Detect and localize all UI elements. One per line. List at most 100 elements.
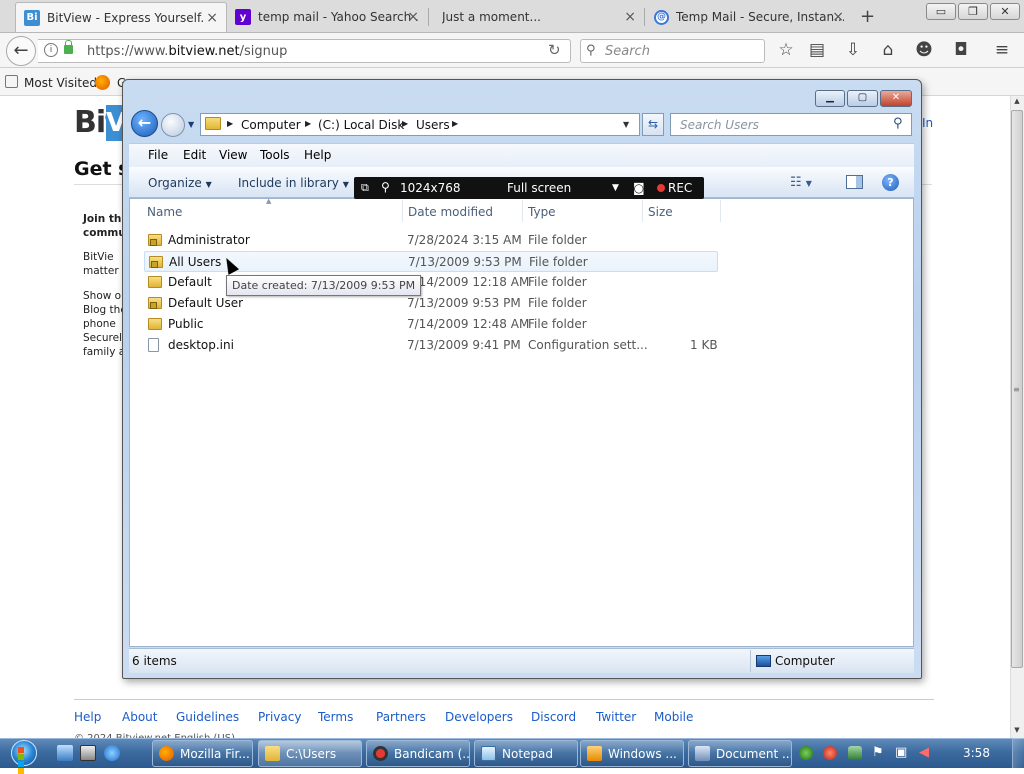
reading-list-icon[interactable]: ▤ [806,40,828,60]
network-icon[interactable]: ▣ [895,746,909,760]
menu-file[interactable]: File [148,148,168,162]
restore-button[interactable]: ❐ [958,3,988,20]
internet-explorer-icon[interactable] [104,745,120,761]
switch-windows-icon[interactable] [80,745,96,761]
menu-hamburger-icon[interactable]: ≡ [991,40,1013,60]
footer-link-terms[interactable]: Terms [318,710,353,724]
close-tab-icon[interactable]: × [832,9,844,25]
downloads-icon[interactable]: ⇩ [842,40,864,60]
footer-link-about[interactable]: About [122,710,157,724]
taskbar-item-explorer[interactable]: C:\Users [258,740,362,767]
start-button[interactable] [2,738,46,774]
menu-edit[interactable]: Edit [183,148,206,162]
recent-pages-dropdown-icon[interactable]: ▼ [188,120,194,129]
preview-pane-icon[interactable] [846,175,863,189]
footer-link-twitter[interactable]: Twitter [596,710,636,724]
breadcrumb-arrow-icon[interactable]: ▶ [305,119,311,128]
menu-help[interactable]: Help [304,148,331,162]
taskbar-item-bandicam[interactable]: Bandicam (... [366,740,470,767]
column-header-type[interactable]: Type [528,205,556,219]
search-icon[interactable]: ⚲ [893,116,903,131]
action-center-flag-icon[interactable]: ⚑ [872,746,886,760]
pocket-icon[interactable]: ◘ [950,40,972,60]
new-tab-button[interactable]: + [860,6,875,27]
bookmark-star-icon[interactable]: ☆ [775,40,797,60]
footer-link-developers[interactable]: Developers [445,710,513,724]
close-tab-icon[interactable]: × [407,9,419,25]
file-row[interactable]: desktop.ini 7/13/2009 9:41 PM Configurat… [144,335,718,356]
file-row[interactable]: Public 7/14/2009 12:48 AM File folder [144,314,718,335]
url-text[interactable]: https://www.bitview.net/signup [87,44,287,59]
restore-window-icon[interactable]: ⧉ [361,181,369,195]
system-clock[interactable]: 3:58 [963,746,990,760]
refresh-button[interactable]: ⇆ [642,113,664,136]
bookmark-most-visited[interactable]: Most Visited [24,76,97,90]
back-button[interactable]: ← [6,36,36,66]
reload-icon[interactable]: ↻ [548,41,561,59]
sign-in-link[interactable]: In [922,116,933,130]
breadcrumb-arrow-icon[interactable]: ▶ [402,119,408,128]
change-view-icon[interactable]: ☷ ▼ [790,175,812,190]
footer-link-mobile[interactable]: Mobile [654,710,693,724]
footer-link-guidelines[interactable]: Guidelines [176,710,239,724]
show-desktop-icon[interactable] [57,745,73,761]
tray-app-icon[interactable] [799,746,813,760]
site-info-icon[interactable]: i [44,43,58,57]
tab-bitview[interactable]: Bi BitView - Express Yourself. × [15,2,227,32]
taskbar-item-document[interactable]: Document ... [688,740,792,767]
close-window-button[interactable]: ✕ [990,3,1020,20]
home-icon[interactable]: ⌂ [877,40,899,60]
show-desktop-button[interactable] [1012,738,1024,768]
hello-chat-icon[interactable]: ☻ [913,40,935,60]
magnifier-icon[interactable]: ⚲ [381,180,390,194]
scroll-down-icon[interactable]: ▼ [1011,726,1023,734]
breadcrumb-arrow-icon[interactable]: ▶ [452,119,458,128]
tray-security-icon[interactable] [848,746,862,760]
scroll-up-icon[interactable]: ▲ [1011,97,1023,105]
sidebar-text: BitVie [83,251,114,263]
chevron-down-icon[interactable]: ▼ [612,183,619,193]
breadcrumb-local-disk[interactable]: (C:) Local Disk [318,118,404,132]
column-separator[interactable] [642,200,643,222]
breadcrumb-computer[interactable]: Computer [241,118,301,132]
close-tab-icon[interactable]: × [206,10,218,26]
capture-mode[interactable]: Full screen [507,181,571,195]
column-header-size[interactable]: Size [648,205,673,219]
organize-button[interactable]: Organize ▼ [148,176,212,190]
tab-temp-mail[interactable]: @ Temp Mail - Secure, Instan... × [646,2,852,32]
taskbar-item-firefox[interactable]: Mozilla Fir... [152,740,253,767]
help-icon[interactable]: ? [882,174,899,191]
breadcrumb-users[interactable]: Users [416,118,450,132]
column-header-date-modified[interactable]: Date modified [408,205,493,219]
breadcrumb-arrow-icon[interactable]: ▶ [227,119,233,128]
include-in-library-button[interactable]: Include in library ▼ [238,176,349,190]
footer-link-privacy[interactable]: Privacy [258,710,301,724]
close-tab-icon[interactable]: × [624,9,636,25]
menu-view[interactable]: View [219,148,247,162]
tray-record-icon[interactable] [823,746,837,760]
menu-tools[interactable]: Tools [260,148,290,162]
taskbar-item-windows-media[interactable]: Windows ... [580,740,684,767]
explorer-close-button[interactable]: ✕ [880,90,912,107]
footer-link-help[interactable]: Help [74,710,101,724]
file-row[interactable]: Administrator 7/28/2024 3:15 AM File fol… [144,230,718,251]
volume-muted-icon[interactable]: ◀ [919,746,933,760]
tab-yahoo-search[interactable]: y temp mail - Yahoo Search ... × [227,2,427,32]
address-dropdown-icon[interactable]: ▼ [623,120,629,129]
explorer-back-button[interactable]: ← [131,110,158,137]
record-button[interactable]: REC [657,181,692,195]
column-separator[interactable] [720,200,721,222]
tab-just-a-moment[interactable]: Just a moment... × [434,2,644,32]
explorer-maximize-button[interactable]: ▢ [847,90,878,107]
footer-link-partners[interactable]: Partners [376,710,426,724]
camera-icon[interactable]: ◙ [633,181,645,195]
column-header-name[interactable]: Name [147,205,182,219]
taskbar-item-notepad[interactable]: Notepad [474,740,578,767]
minimize-button[interactable]: ▭ [926,3,956,20]
file-row[interactable]: Default User 7/13/2009 9:53 PM File fold… [144,293,718,314]
column-separator[interactable] [522,200,523,222]
column-separator[interactable] [402,200,403,222]
footer-link-discord[interactable]: Discord [531,710,576,724]
explorer-minimize-button[interactable]: ▁ [815,90,845,107]
explorer-forward-button[interactable] [161,113,185,137]
